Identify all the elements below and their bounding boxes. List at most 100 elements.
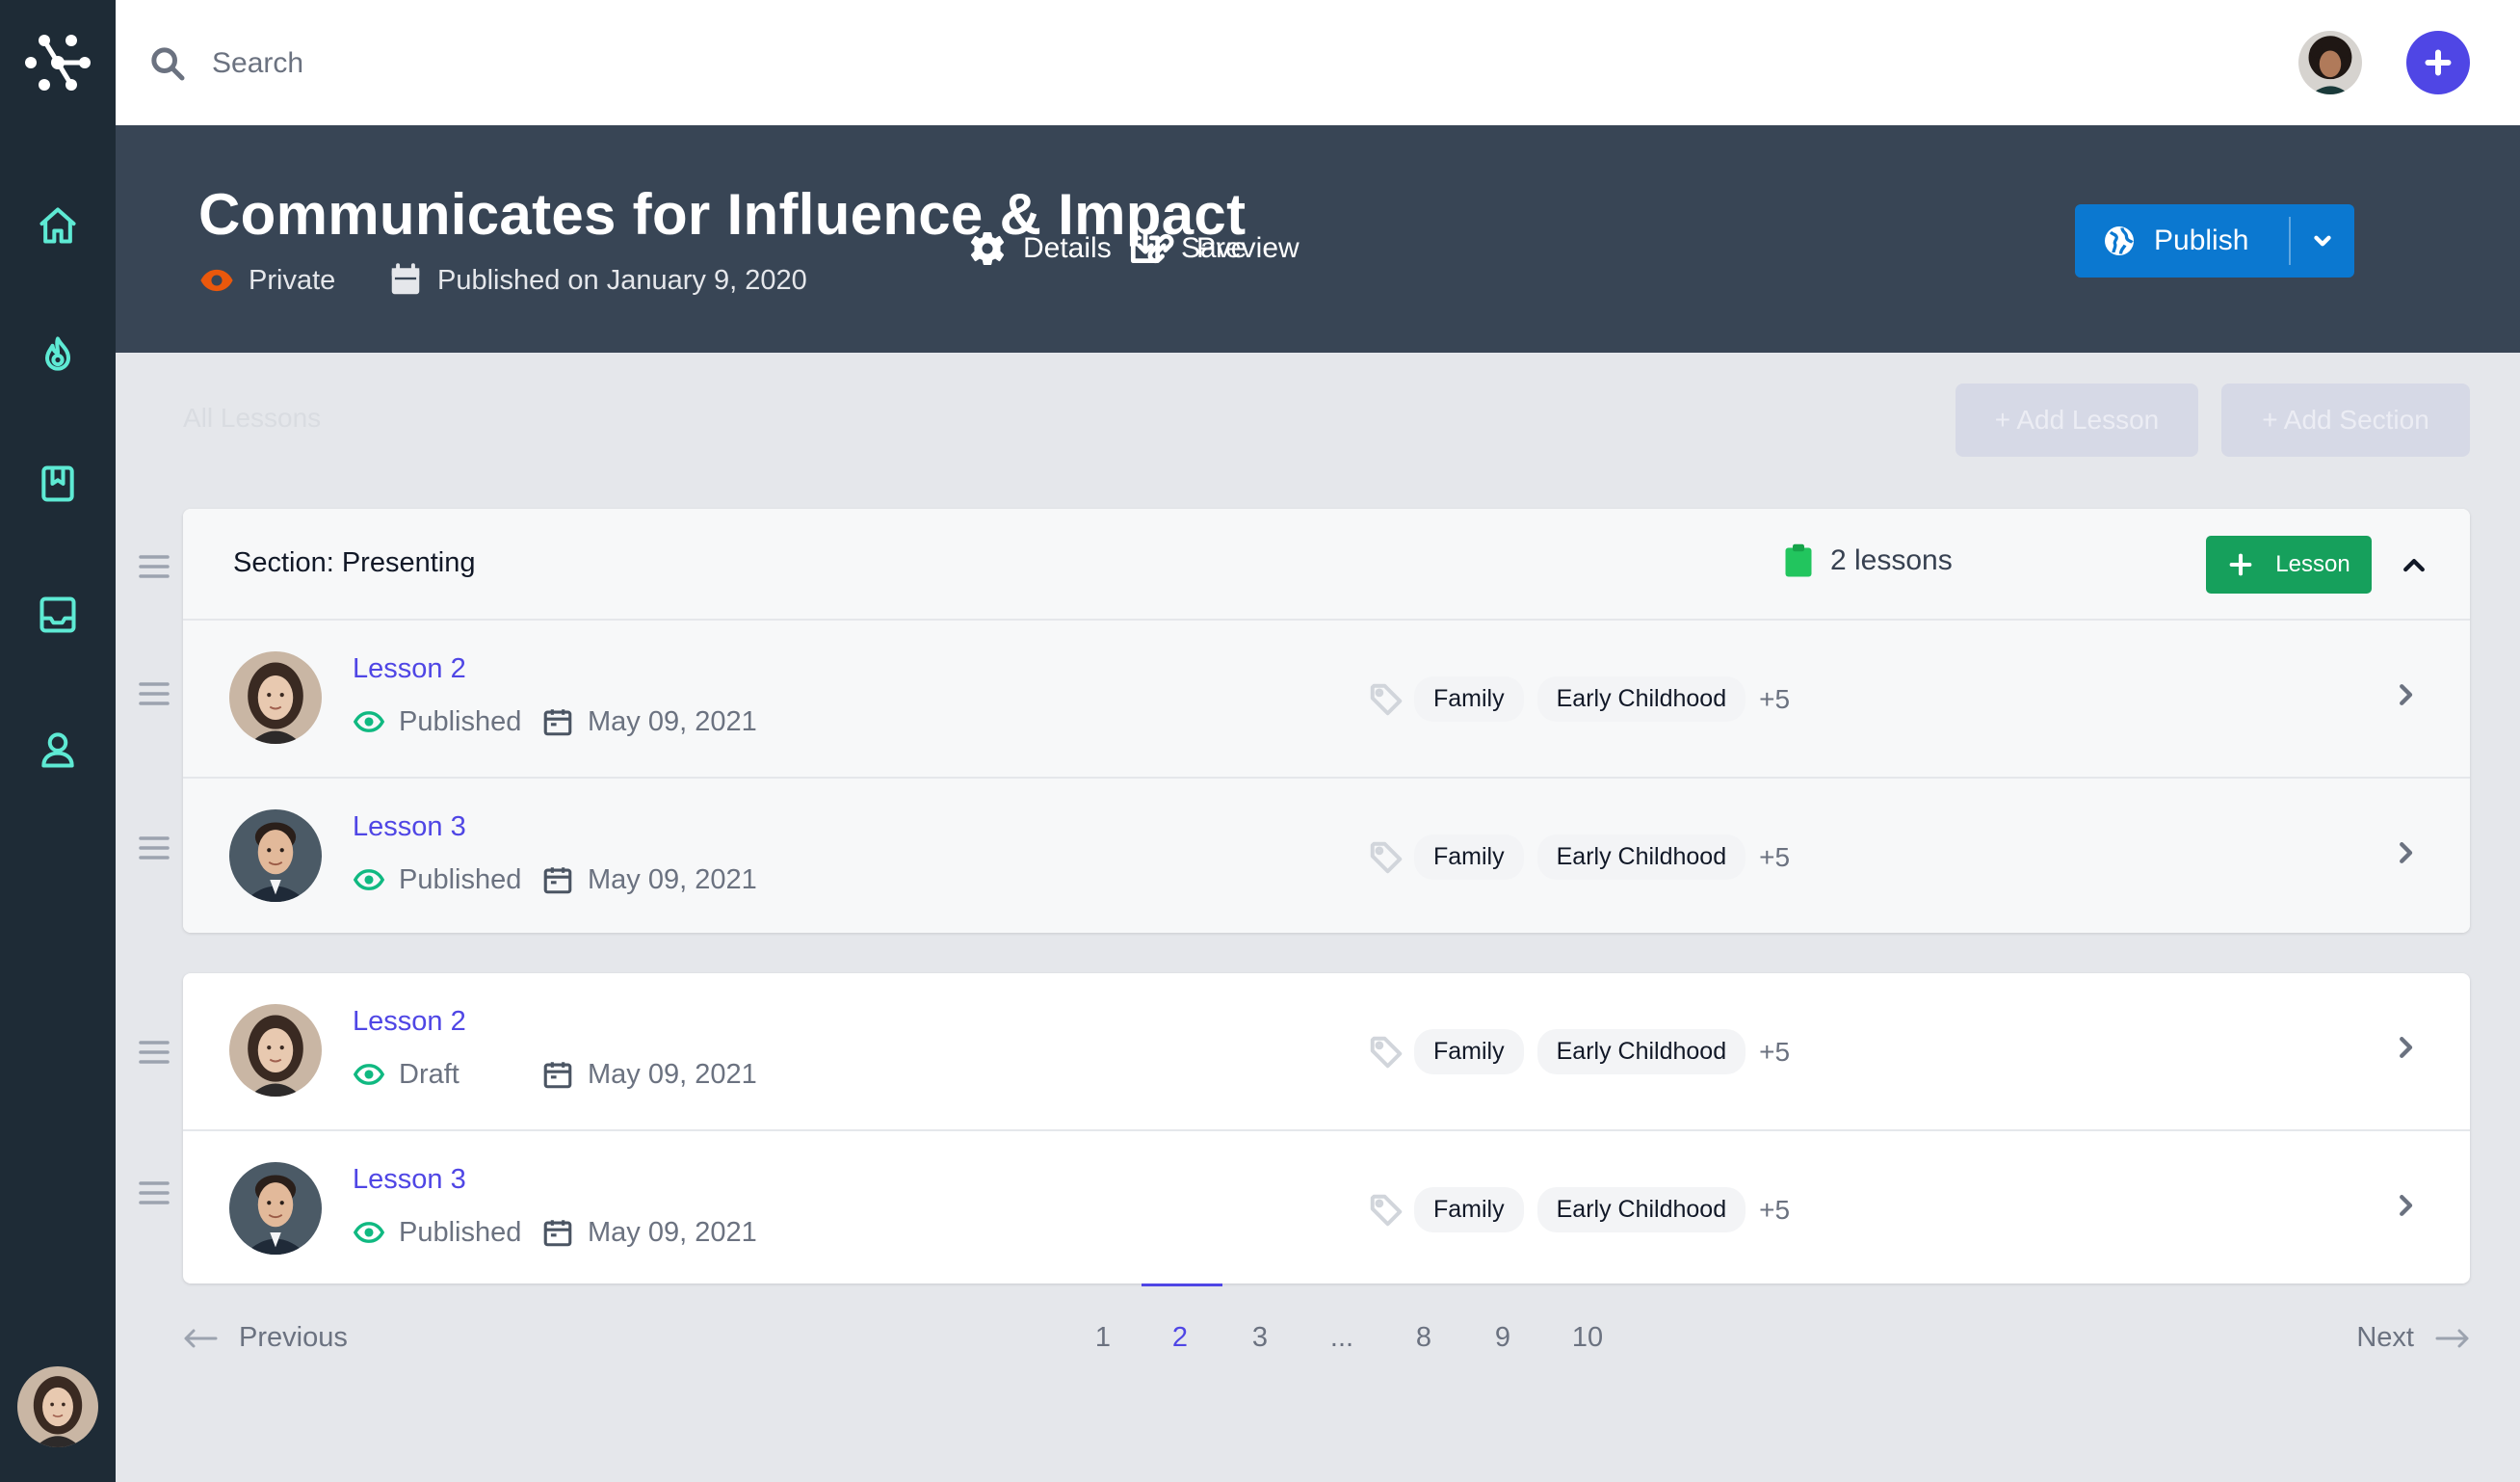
lesson-title[interactable]: Lesson 3 <box>353 1164 466 1196</box>
previous-label: Previous <box>239 1322 348 1353</box>
lesson-meta: Published May 09, 2021 <box>353 863 757 896</box>
details-button[interactable]: Details <box>969 212 1112 285</box>
tag-icon <box>1370 683 1403 715</box>
open-lesson-button[interactable] <box>2391 1033 2426 1068</box>
lesson-avatar <box>229 1004 322 1097</box>
more-tags-count[interactable]: +5 <box>1759 684 1790 715</box>
drag-handle-icon <box>139 1041 170 1064</box>
table-row[interactable]: Lesson 3 Published May 09, 2021 Family E… <box>183 1131 2470 1284</box>
lesson-title[interactable]: Lesson 3 <box>353 811 466 843</box>
tag-chip[interactable]: Family <box>1414 1187 1524 1232</box>
publish-split-button: Publish <box>2075 204 2354 278</box>
page-10[interactable]: 10 <box>1559 1322 1616 1354</box>
previous-page-button[interactable]: Previous <box>183 1322 348 1354</box>
lesson-tags: Family Early Childhood +5 <box>1368 1029 1790 1074</box>
account-avatar[interactable] <box>2298 31 2362 94</box>
sidebar-item-trending[interactable] <box>29 326 87 384</box>
add-section-button[interactable]: + Add Section <box>2221 384 2470 457</box>
calendar-icon <box>543 1062 572 1089</box>
preview-button[interactable]: Preview <box>1142 212 1299 285</box>
more-tags-count[interactable]: +5 <box>1759 1037 1790 1068</box>
tag-chip[interactable]: Early Childhood <box>1536 676 1746 722</box>
bookmark-book-icon <box>41 465 74 502</box>
lesson-tags: Family Early Childhood +5 <box>1368 676 1790 722</box>
tag-chip[interactable]: Early Childhood <box>1536 1029 1746 1074</box>
section-drag-handle[interactable] <box>137 553 171 580</box>
lesson-title[interactable]: Lesson 2 <box>353 1006 466 1038</box>
home-icon <box>39 207 76 244</box>
preview-label: Preview <box>1196 232 1299 264</box>
visibility-label: Private <box>249 264 336 296</box>
clipboard-icon <box>1785 543 1812 577</box>
visibility-status: Private <box>198 262 335 299</box>
gear-icon <box>970 231 1005 266</box>
chevron-up-icon <box>2403 559 2425 572</box>
lesson-status: Published <box>353 863 541 896</box>
row-drag-handle[interactable] <box>137 1179 171 1206</box>
tag-chip[interactable]: Family <box>1414 1029 1524 1074</box>
drag-handle-icon <box>139 836 170 860</box>
add-lesson-to-section-button[interactable]: Lesson <box>2206 536 2372 594</box>
current-page-indicator <box>1142 1284 1222 1286</box>
tag-chip[interactable]: Family <box>1414 834 1524 880</box>
app-logo[interactable] <box>21 29 94 96</box>
lesson-avatar <box>229 651 322 744</box>
lesson-date: May 09, 2021 <box>588 863 757 895</box>
drag-handle-icon <box>139 555 170 578</box>
publish-label: Publish <box>2154 225 2249 256</box>
row-drag-handle[interactable] <box>137 1039 171 1066</box>
lesson-status: Draft <box>353 1058 541 1091</box>
table-row[interactable]: Lesson 2 Draft May 09, 2021 Family Early… <box>183 973 2470 1129</box>
page-1[interactable]: 1 <box>1074 1322 1132 1354</box>
lesson-title[interactable]: Lesson 2 <box>353 653 466 685</box>
sidebar <box>0 0 116 1482</box>
open-lesson-button[interactable] <box>2391 1191 2426 1226</box>
open-lesson-button[interactable] <box>2391 680 2426 715</box>
add-lesson-button[interactable]: + Add Lesson <box>1956 384 2198 457</box>
publish-button[interactable]: Publish <box>2075 204 2289 278</box>
sidebar-item-profile[interactable] <box>29 721 87 779</box>
publish-options-toggle[interactable] <box>2291 204 2354 278</box>
table-row[interactable]: Lesson 3 Published May 09, 2021 Family E… <box>183 779 2470 933</box>
search-input[interactable] <box>212 47 790 80</box>
calendar-icon <box>543 1220 572 1247</box>
more-tags-count[interactable]: +5 <box>1759 842 1790 873</box>
plus-icon <box>2229 553 2252 576</box>
course-header: Communicates for Influence & Impact Priv… <box>116 125 2520 353</box>
tag-chip[interactable]: Family <box>1414 676 1524 722</box>
lesson-date: May 09, 2021 <box>588 1058 757 1090</box>
tag-chip[interactable]: Early Childhood <box>1536 834 1746 880</box>
lesson-meta: Published May 09, 2021 <box>353 705 757 738</box>
published-date-label: Published on January 9, 2020 <box>437 264 807 296</box>
more-tags-count[interactable]: +5 <box>1759 1195 1790 1226</box>
all-lessons-label: All Lessons <box>183 403 322 433</box>
page-2[interactable]: 2 <box>1151 1322 1209 1354</box>
open-lesson-button[interactable] <box>2391 838 2426 873</box>
details-label: Details <box>1023 232 1112 264</box>
next-page-button[interactable]: Next <box>2356 1322 2470 1354</box>
collapse-section-button[interactable] <box>2393 543 2435 586</box>
lesson-tags: Family Early Childhood +5 <box>1368 1187 1790 1232</box>
chevron-right-icon <box>2400 1037 2413 1058</box>
page-9[interactable]: 9 <box>1474 1322 1532 1354</box>
page-8[interactable]: 8 <box>1395 1322 1453 1354</box>
user-icon <box>41 732 74 768</box>
flame-icon <box>44 336 71 371</box>
row-drag-handle[interactable] <box>137 680 171 707</box>
page-3[interactable]: 3 <box>1231 1322 1289 1354</box>
eye-icon <box>353 1064 385 1085</box>
sidebar-item-inbox[interactable] <box>29 586 87 644</box>
user-avatar[interactable] <box>17 1366 98 1447</box>
next-label: Next <box>2356 1322 2414 1353</box>
tag-chip[interactable]: Early Childhood <box>1536 1187 1746 1232</box>
sidebar-item-library[interactable] <box>29 455 87 513</box>
table-row[interactable]: Lesson 2 Published May 09, 2021 Family E… <box>183 621 2470 777</box>
inbox-icon <box>39 596 76 633</box>
calendar-icon <box>543 867 572 894</box>
sidebar-item-home[interactable] <box>29 197 87 254</box>
search-icon <box>151 47 185 81</box>
eye-icon <box>200 269 233 292</box>
lessons-card: Lesson 2 Draft May 09, 2021 Family Early… <box>183 973 2470 1284</box>
row-drag-handle[interactable] <box>137 834 171 861</box>
create-button[interactable] <box>2406 31 2470 94</box>
